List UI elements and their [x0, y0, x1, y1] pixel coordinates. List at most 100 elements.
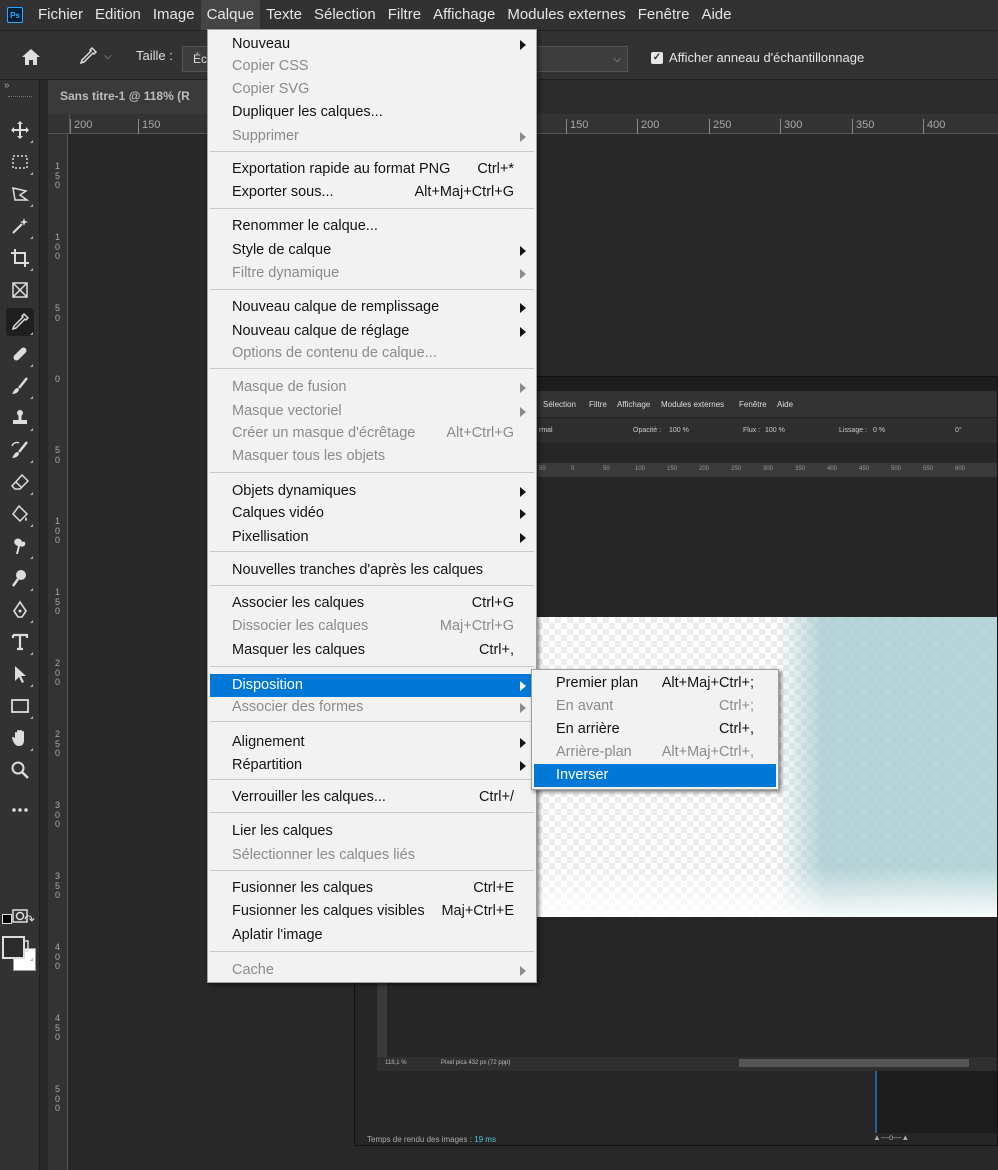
menu-item-shortcut: Ctrl+, [478, 642, 514, 658]
eyedropper-tool-icon[interactable] [6, 308, 34, 336]
menu-item-aplatir-l-image[interactable]: Aplatir l'image [210, 924, 534, 947]
menu-item-label: Options de contenu de calque... [232, 345, 437, 361]
embedded-scrollbar [739, 1059, 969, 1067]
eraser-tool-icon[interactable] [6, 468, 34, 496]
chevron-down-icon[interactable]: ⌵ [104, 51, 112, 62]
frame-tool-icon[interactable] [6, 276, 34, 304]
menu-item-nouveau-calque-de-reglage[interactable]: Nouveau calque de réglage [210, 320, 534, 343]
menu-item-alignement[interactable]: Alignement [210, 731, 534, 754]
chevron-down-icon: ⌵ [613, 54, 621, 65]
ruler-tick: 100 [55, 516, 61, 545]
embedded-ruler-tick: 600 [955, 466, 966, 472]
foreground-color-swatch[interactable] [2, 936, 25, 959]
menu-item-exportation-rapide-au-format-png[interactable]: Exportation rapide au format PNG Ctrl+* [210, 158, 534, 181]
menu-separator [210, 812, 534, 813]
menu-item-filtre-dynamique: Filtre dynamique [210, 262, 534, 285]
stamp-tool-icon[interactable] [6, 404, 34, 432]
submenu-item-inverser[interactable]: Inverser [534, 764, 776, 787]
sample-select[interactable]: ⌵ [536, 46, 628, 72]
magic-wand-tool-icon[interactable] [6, 212, 34, 240]
brush-tool-icon[interactable] [6, 372, 34, 400]
submenu-item-shortcut: Alt+Maj+Ctrl+; [661, 675, 754, 691]
menu-separator [210, 870, 534, 871]
menu-image[interactable]: Image [147, 0, 201, 30]
history-brush-tool-icon[interactable] [6, 436, 34, 464]
menu-item-label: Créer un masque d'écrêtage [232, 425, 416, 441]
menu-filtre[interactable]: Filtre [382, 0, 427, 30]
menu-item-label: Pixellisation [232, 529, 309, 545]
embedded-ruler-tick: 50 [603, 466, 610, 472]
menu-item-dupliquer-les-calques[interactable]: Dupliquer les calques... [210, 101, 534, 124]
submenu-item-en-arriere[interactable]: En arrière Ctrl+, [534, 718, 776, 741]
submenu-item-premier-plan[interactable]: Premier plan Alt+Maj+Ctrl+; [534, 672, 776, 695]
embedded-panel [877, 1071, 997, 1133]
menu-item-exporter-sous[interactable]: Exporter sous... Alt+Maj+Ctrl+G [210, 181, 534, 204]
embedded-opt: Flux : [743, 427, 761, 434]
menu-item-label: Copier CSS [232, 58, 309, 74]
menu-aide[interactable]: Aide [695, 0, 737, 30]
menu-item-nouveau[interactable]: Nouveau [210, 33, 534, 56]
submenu-arrow-icon [520, 327, 526, 337]
more-tools-icon[interactable] [6, 796, 34, 824]
menu-item-fusionner-les-calques-visibles[interactable]: Fusionner les calques visibles Maj+Ctrl+E [210, 900, 534, 923]
menu-calque[interactable]: Calque [200, 0, 261, 30]
menu-item-objets-dynamiques[interactable]: Objets dynamiques [210, 480, 534, 503]
submenu-item-label: Inverser [556, 767, 609, 783]
embedded-zoom-slider-icon: ▲—o—▲ [873, 1133, 910, 1142]
embedded-opt: 0° [955, 427, 962, 434]
menu-affichage[interactable]: Affichage [427, 0, 501, 30]
smudge-tool-icon[interactable] [6, 532, 34, 560]
move-tool-icon[interactable] [6, 116, 34, 144]
menu-item-verrouiller-les-calques[interactable]: Verrouiller les calques... Ctrl+/ [210, 786, 534, 809]
menu-item-pixellisation[interactable]: Pixellisation [210, 526, 534, 549]
marquee-tool-icon[interactable] [6, 148, 34, 176]
ruler-tick: 400 [923, 119, 945, 134]
menu-item-disposition[interactable]: Disposition [210, 674, 534, 697]
menu-item-label: Renommer le calque... [232, 218, 378, 234]
menu-fichier[interactable]: Fichier [32, 0, 89, 30]
menu-item-nouveau-calque-de-remplissage[interactable]: Nouveau calque de remplissage [210, 296, 534, 319]
pen-tool-icon[interactable] [6, 596, 34, 624]
collapse-icon[interactable]: » [4, 80, 10, 91]
vertical-ruler[interactable]: 150 100 50 0 50 100 150 200 250 300 350 400 450 500 [48, 134, 68, 1170]
menu-selection[interactable]: Sélection [308, 0, 382, 30]
menu-item-options-de-contenu-de-calque: Options de contenu de calque... [210, 342, 534, 365]
menu-item-style-de-calque[interactable]: Style de calque [210, 239, 534, 262]
rectangle-tool-icon[interactable] [6, 692, 34, 720]
menu-edition[interactable]: Edition [89, 0, 147, 30]
path-selection-tool-icon[interactable] [6, 660, 34, 688]
lasso-tool-icon[interactable] [6, 180, 34, 208]
quick-mask-icon[interactable] [6, 902, 34, 930]
document-tab[interactable]: Sans titre-1 @ 118% (R [48, 80, 208, 114]
menu-item-calques-video[interactable]: Calques vidéo [210, 502, 534, 525]
dodge-tool-icon[interactable] [6, 564, 34, 592]
menu-separator [210, 151, 534, 152]
menu-item-fusionner-les-calques[interactable]: Fusionner les calques Ctrl+E [210, 877, 534, 900]
menu-item-masquer-les-calques[interactable]: Masquer les calques Ctrl+, [210, 639, 534, 662]
menu-texte[interactable]: Texte [260, 0, 308, 30]
menu-item-repartition[interactable]: Répartition [210, 754, 534, 777]
crop-tool-icon[interactable] [6, 244, 34, 272]
menu-item-nouvelles-tranches-d-apres-les-calques[interactable]: Nouvelles tranches d'après les calques [210, 559, 534, 582]
embedded-menu-item: Aide [777, 400, 794, 409]
hand-tool-icon[interactable] [6, 724, 34, 752]
menu-item-label: Dissocier les calques [232, 618, 369, 634]
type-tool-icon[interactable] [6, 628, 34, 656]
menu-item-label: Lier les calques [232, 823, 333, 839]
menu-item-lier-les-calques[interactable]: Lier les calques [210, 820, 534, 843]
eyedropper-tool-preset-icon[interactable] [78, 46, 98, 71]
healing-brush-tool-icon[interactable] [6, 340, 34, 368]
menu-item-renommer-le-calque[interactable]: Renommer le calque... [210, 215, 534, 238]
ruler-tick: 150 [566, 119, 588, 134]
ruler-tick: 0 [55, 374, 61, 384]
paint-bucket-tool-icon[interactable] [6, 500, 34, 528]
menu-item-associer-les-calques[interactable]: Associer les calques Ctrl+G [210, 592, 534, 615]
toolbar-grip[interactable] [8, 96, 32, 99]
menu-modules-externes[interactable]: Modules externes [501, 0, 631, 30]
menu-item-copier-css: Copier CSS [210, 55, 534, 78]
menu-fenetre[interactable]: Fenêtre [632, 0, 696, 30]
show-sampling-ring-checkbox[interactable]: ✓ [651, 52, 663, 64]
menu-item-masque-vectoriel: Masque vectoriel [210, 400, 534, 423]
home-icon[interactable] [20, 47, 42, 72]
zoom-tool-icon[interactable] [6, 756, 34, 784]
